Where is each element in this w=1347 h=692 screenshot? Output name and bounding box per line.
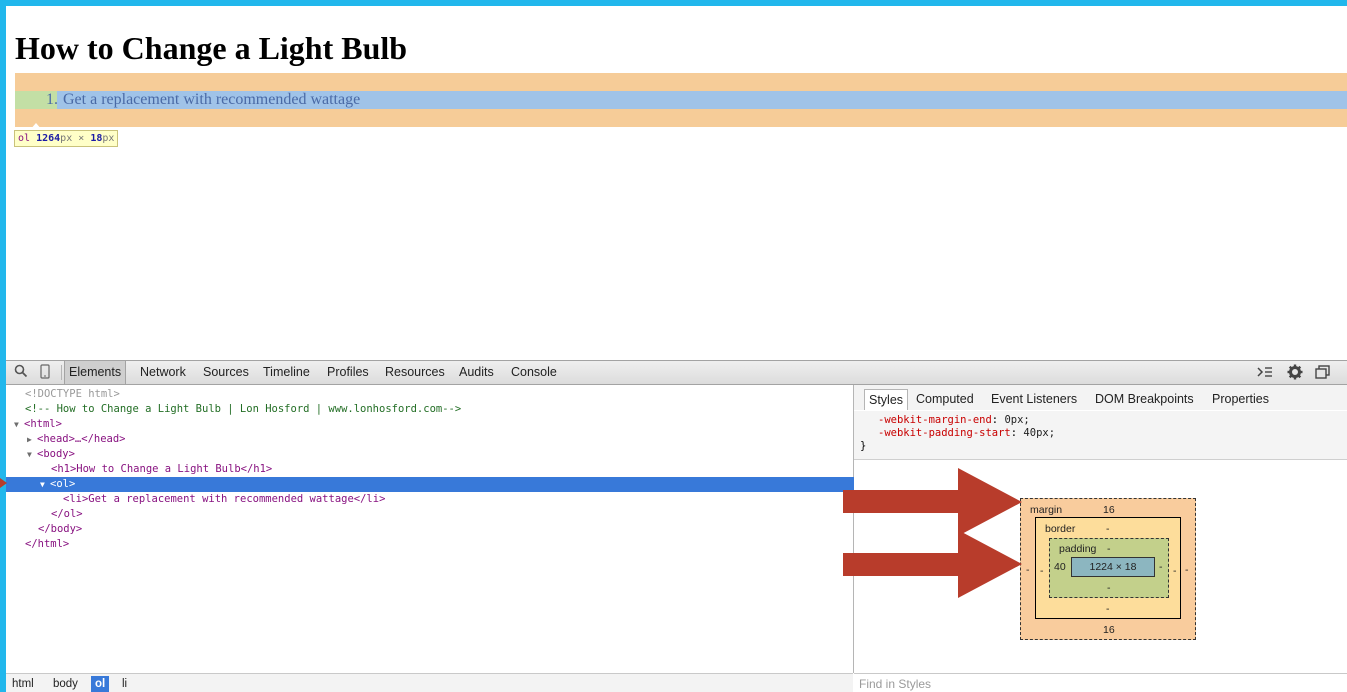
tab-properties[interactable]: Properties	[1212, 389, 1269, 409]
dock-side-icon[interactable]	[1315, 364, 1333, 380]
box-model-content[interactable]: 1224 × 18	[1071, 557, 1155, 577]
breadcrumb-html[interactable]: html	[8, 676, 38, 692]
tab-network[interactable]: Network	[140, 361, 186, 384]
dom-html-close[interactable]: </html>	[6, 537, 872, 552]
border-top-value[interactable]: -	[1106, 523, 1110, 535]
dom-li-node[interactable]: <li>Get a replacement with recommended w…	[6, 492, 910, 507]
elements-tree: <!DOCTYPE html> <!-- How to Change a Lig…	[6, 385, 887, 673]
tooltip-height-unit: px	[102, 133, 115, 144]
device-mode-icon[interactable]	[37, 364, 53, 380]
expand-triangle-icon[interactable]: ▼	[40, 477, 50, 492]
find-in-styles-input[interactable]: Find in Styles	[854, 673, 1347, 692]
box-model-margin[interactable]: margin 16 - - 16 border - - - - padding …	[1020, 498, 1196, 640]
expand-triangle-icon[interactable]: ▼	[14, 417, 24, 432]
padding-left-value[interactable]: 40	[1054, 561, 1066, 573]
devtools-panel: Elements Network Sources Timeline Profil…	[6, 360, 1347, 692]
tab-event-listeners[interactable]: Event Listeners	[991, 389, 1077, 409]
padding-label: padding	[1059, 543, 1097, 555]
dom-h1-node[interactable]: <h1>How to Change a Light Bulb</h1>	[6, 462, 898, 477]
search-icon[interactable]	[13, 364, 29, 380]
margin-bottom-value[interactable]: 16	[1103, 624, 1115, 636]
margin-top-value[interactable]: 16	[1103, 504, 1115, 516]
rule-close-brace: }	[860, 440, 867, 452]
tooltip-width: 1264	[36, 133, 61, 144]
tab-audits[interactable]: Audits	[459, 361, 494, 384]
tab-profiles[interactable]: Profiles	[327, 361, 369, 384]
tooltip-width-unit: px	[60, 133, 73, 144]
dom-comment[interactable]: <!-- How to Change a Light Bulb | Lon Ho…	[6, 402, 872, 417]
style-declaration[interactable]: -webkit-padding-start: 40px;	[878, 427, 1055, 440]
margin-left-value[interactable]: -	[1026, 564, 1030, 576]
box-model-border[interactable]: border - - - - padding - 40 - - 1224 × 1…	[1035, 517, 1181, 619]
dom-body-node[interactable]: ▼ <body>	[6, 447, 874, 462]
toolbar-separator	[61, 365, 62, 380]
page-title: How to Change a Light Bulb	[15, 30, 408, 66]
border-left-value[interactable]: -	[1040, 565, 1044, 577]
gear-icon[interactable]	[1287, 364, 1303, 380]
breadcrumb-li[interactable]: li	[118, 676, 131, 692]
border-label: border	[1045, 523, 1076, 535]
list-item-number: 1.	[46, 91, 58, 108]
padding-top-value[interactable]: -	[1107, 543, 1111, 555]
border-bottom-value[interactable]: -	[1106, 603, 1110, 615]
devtools-toolbar: Elements Network Sources Timeline Profil…	[6, 361, 1347, 385]
tab-resources[interactable]: Resources	[385, 361, 445, 384]
tooltip-caret	[30, 123, 42, 130]
collapse-triangle-icon[interactable]: ▶	[27, 432, 37, 447]
breadcrumb-body[interactable]: body	[49, 676, 82, 692]
padding-bottom-value[interactable]: -	[1107, 582, 1111, 594]
tooltip-height: 18	[90, 133, 103, 144]
border-right-value[interactable]: -	[1173, 565, 1177, 577]
element-size-tooltip: ol 1264px × 18px	[14, 130, 119, 147]
style-rule: -webkit-margin-end: 0px; -webkit-padding…	[854, 411, 1347, 460]
dom-html-node[interactable]: ▼ <html>	[6, 417, 861, 432]
dom-ol-close[interactable]: </ol>	[6, 507, 898, 522]
tab-console[interactable]: Console	[511, 361, 557, 384]
box-model-area: margin 16 - - 16 border - - - - padding …	[854, 460, 1347, 672]
padding-right-value[interactable]: -	[1159, 561, 1163, 573]
margin-label: margin	[1030, 504, 1063, 516]
tab-elements[interactable]: Elements	[64, 361, 127, 384]
list-item-text: Get a replacement with recommended watta…	[63, 91, 361, 108]
tab-sources[interactable]: Sources	[203, 361, 249, 384]
style-declaration[interactable]: -webkit-margin-end: 0px;	[878, 414, 1030, 427]
tab-styles[interactable]: Styles	[864, 389, 909, 410]
dom-body-close[interactable]: </body>	[6, 522, 885, 537]
breadcrumb-ol[interactable]: ol	[91, 676, 110, 692]
page-viewport: How to Change a Light Bulb 1. Get a repla…	[6, 6, 1347, 360]
sidebar-tabs: Styles Computed Event Listeners DOM Brea…	[854, 385, 1347, 410]
list-item[interactable]: 1. Get a replacement with recommended wat…	[36, 91, 360, 109]
breadcrumb: html body ol li	[6, 673, 853, 692]
dom-doctype[interactable]: <!DOCTYPE html>	[6, 387, 872, 402]
browser-frame: How to Change a Light Bulb 1. Get a repla…	[6, 6, 1347, 692]
dom-ol-node-selected[interactable]: ▼ <ol>	[6, 477, 887, 492]
tooltip-times: ×	[78, 133, 85, 144]
styles-sidebar: Styles Computed Event Listeners DOM Brea…	[854, 385, 1347, 692]
tab-computed[interactable]: Computed	[916, 389, 974, 409]
box-model-padding[interactable]: padding - 40 - - 1224 × 18	[1049, 538, 1169, 598]
show-drawer-icon[interactable]	[1256, 364, 1274, 380]
dom-head-node[interactable]: ▶ <head>…</head>	[6, 432, 874, 447]
tab-timeline[interactable]: Timeline	[263, 361, 310, 384]
tab-dom-breakpoints[interactable]: DOM Breakpoints	[1095, 389, 1194, 409]
expand-triangle-icon[interactable]: ▼	[27, 447, 37, 462]
tooltip-tag: ol	[18, 133, 31, 144]
margin-right-value[interactable]: -	[1185, 564, 1189, 576]
